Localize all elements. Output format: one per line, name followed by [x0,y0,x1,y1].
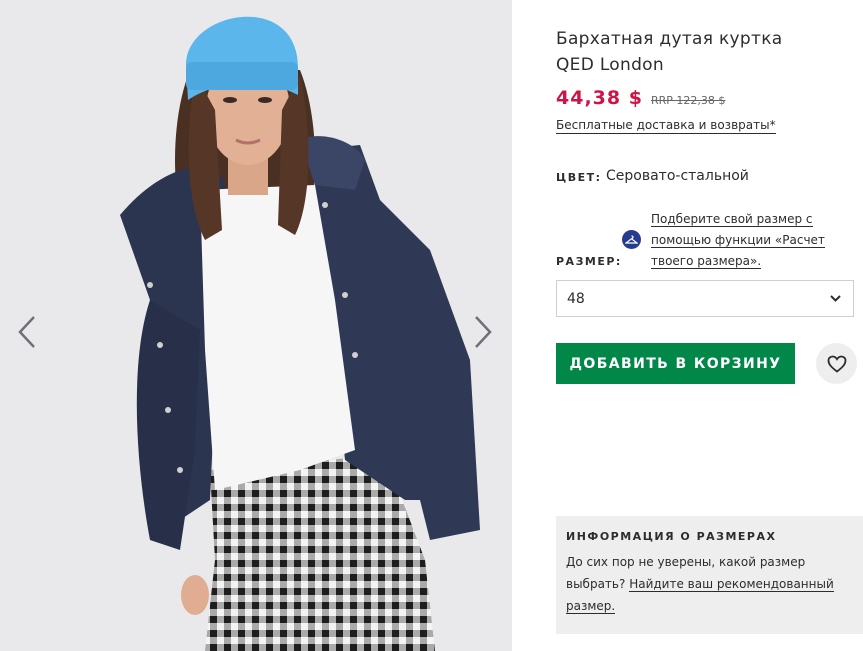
add-to-bag-button[interactable]: ДОБАВИТЬ В КОРЗИНУ [556,343,795,384]
chevron-down-icon [830,295,841,302]
prev-image-button[interactable] [12,312,42,352]
fit-assistant-link[interactable]: Подберите свой размер с помощью функции … [651,209,836,272]
fit-assistant-line1: Подберите свой размер с [651,212,813,227]
fit-assistant-line3: твоего размера». [651,254,762,269]
product-details: Бархатная дутая куртка QED London 44,38 … [512,0,863,651]
size-info-box: ИНФОРМАЦИЯ О РАЗМЕРАХ До сих пор не увер… [556,516,863,634]
current-price: 44,38 $ [556,87,643,109]
product-title: Бархатная дутая куртка QED London [556,26,846,78]
chevron-left-icon [18,316,35,348]
colour-value: Серовато-стальной [606,168,749,184]
delivery-link[interactable]: Бесплатные доставка и возвраты* [556,118,776,134]
product-image [0,0,512,651]
product-title-line1: Бархатная дутая куртка [556,29,783,49]
size-info-text: До сих пор не уверены, какой размер выбр… [566,551,836,617]
product-gallery [0,0,512,651]
size-selected-value: 48 [567,290,585,307]
fit-assistant-line2: помощью функции «Расчет [651,233,825,248]
rrp-price: RRP 122,38 $ [651,94,726,107]
size-label: РАЗМЕР: [556,255,622,268]
wishlist-button[interactable] [816,343,857,384]
heart-icon [827,355,846,373]
size-select[interactable]: 48 [556,280,854,317]
size-info-title: ИНФОРМАЦИЯ О РАЗМЕРАХ [566,530,777,543]
product-title-line2: QED London [556,55,664,75]
hanger-icon [622,230,641,249]
colour-label: ЦВЕТ: [556,171,602,184]
chevron-right-icon [475,316,492,348]
next-image-button[interactable] [468,312,498,352]
